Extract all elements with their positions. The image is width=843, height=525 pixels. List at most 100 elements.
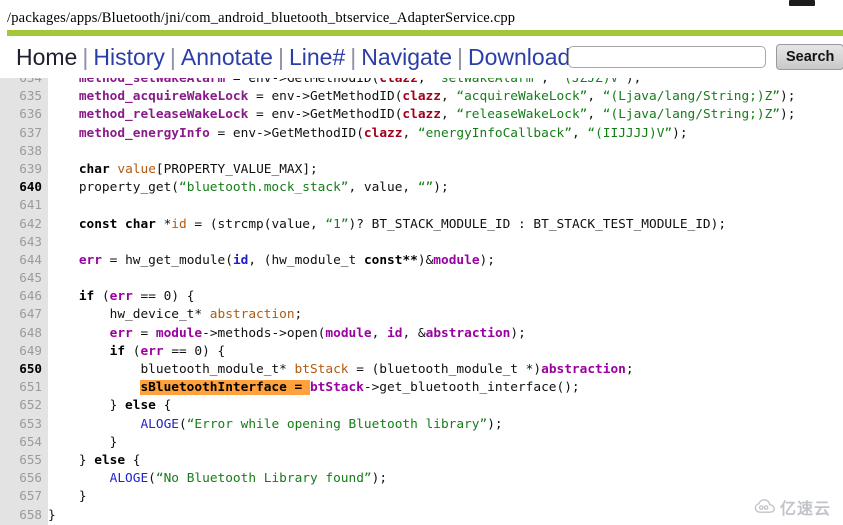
line-number[interactable]: 645 <box>0 269 48 287</box>
code-token: , & <box>402 325 426 341</box>
code-token: = env->GetMethodID( <box>209 125 364 141</box>
code-text: } <box>48 434 118 450</box>
code-token: PROPERTY_VALUE_MAX <box>163 161 303 177</box>
line-number[interactable]: 635 <box>0 87 48 105</box>
code-text: } else { <box>48 398 172 414</box>
code-text: const char *id = (strcmp(value, “1”)? BT… <box>48 217 726 232</box>
code-token: hw_device_t* <box>48 307 210 323</box>
line-number[interactable]: 644 <box>0 251 48 269</box>
nav-separator: | <box>277 44 284 70</box>
search-button[interactable]: Search <box>776 44 843 70</box>
code-token: ( <box>178 416 187 432</box>
code-line: 653 ALOGE(“Error while opening Bluetooth… <box>0 415 843 433</box>
code-line: 652 } else { <box>0 396 843 414</box>
nav-item-line[interactable]: Line# <box>289 44 345 70</box>
code-line: 651 sBluetoothInterface = btStack->get_b… <box>0 378 843 396</box>
code-token: else <box>94 452 126 468</box>
line-number[interactable]: 647 <box>0 305 48 323</box>
nav-item-download[interactable]: Download <box>468 44 570 70</box>
code-line: 657 } <box>0 487 843 505</box>
nav-item-navigate[interactable]: Navigate <box>361 44 452 70</box>
line-number[interactable]: 657 <box>0 487 48 505</box>
code-line: 645 <box>0 269 843 287</box>
nav-item-home[interactable]: Home <box>16 44 77 70</box>
code-token: , <box>371 325 388 341</box>
nav-links: Home | History | Annotate | Line# | Navigate | Dow… <box>16 40 570 74</box>
code-token: method_setWakeAlarm <box>78 78 226 86</box>
code-token: ); <box>779 107 796 123</box>
line-number[interactable]: 638 <box>0 142 48 160</box>
code-token: ALOGE <box>109 471 149 487</box>
browser-tab-stub[interactable] <box>789 0 815 6</box>
line-number[interactable]: 650 <box>0 360 48 378</box>
code-token: module <box>325 325 372 341</box>
line-number[interactable]: 652 <box>0 396 48 414</box>
code-token: == 0) { <box>132 289 195 305</box>
code-token: const** <box>363 252 418 268</box>
code-token: } <box>48 398 126 414</box>
code-text: err = hw_get_module(id, (hw_module_t con… <box>48 253 495 268</box>
code-token: “(IIJJJJ)V” <box>587 125 673 141</box>
source-code-viewer[interactable]: 634 method_setWakeAlarm = env->GetMethod… <box>0 78 843 525</box>
nav-separator: | <box>457 44 463 70</box>
code-token: == 0) { <box>163 343 226 359</box>
line-number[interactable]: 639 <box>0 160 48 178</box>
code-token: = (strcmp(value, <box>186 216 326 232</box>
line-number[interactable]: 642 <box>0 215 48 233</box>
code-token: , (hw_module_t <box>248 252 364 268</box>
line-number[interactable]: 653 <box>0 415 48 433</box>
code-token: , <box>587 107 603 123</box>
code-token: err <box>109 325 133 341</box>
line-number[interactable]: 637 <box>0 124 48 142</box>
line-number[interactable]: 654 <box>0 433 48 451</box>
cloud-logo-icon <box>754 499 775 513</box>
code-token: = hw_get_module( <box>101 252 233 268</box>
code-text: method_acquireWakeLock = env->GetMethodI… <box>48 89 796 105</box>
code-token: abstraction <box>541 362 626 377</box>
line-number[interactable]: 658 <box>0 506 48 524</box>
search-input[interactable] <box>568 46 766 68</box>
line-number[interactable]: 646 <box>0 287 48 305</box>
code-token: , value, <box>348 180 418 196</box>
code-token: method_acquireWakeLock <box>78 89 249 105</box>
code-token: } <box>48 434 118 450</box>
line-number[interactable]: 640 <box>0 178 48 196</box>
code-token: id <box>387 325 403 341</box>
nav-item-history[interactable]: History <box>93 44 165 70</box>
code-token: “(Ljava/lang/String;)Z” <box>602 89 780 105</box>
code-token: abstraction <box>425 325 511 341</box>
code-text: bluetooth_module_t* btStack = (bluetooth… <box>48 362 633 377</box>
line-number[interactable]: 651 <box>0 378 48 396</box>
code-token: ); <box>779 89 796 105</box>
code-text: method_releaseWakeLock = env->GetMethodI… <box>48 107 796 123</box>
line-number[interactable]: 655 <box>0 451 48 469</box>
nav-separator: | <box>82 44 89 70</box>
code-token: “setWakeAlarm” <box>433 78 542 86</box>
line-number[interactable]: 648 <box>0 324 48 342</box>
line-number[interactable]: 634 <box>0 78 48 87</box>
code-token: ; <box>294 307 303 323</box>
accent-divider <box>7 30 843 36</box>
code-token: )& <box>417 252 434 268</box>
code-token: clazz <box>363 125 403 141</box>
line-number[interactable]: 641 <box>0 196 48 214</box>
nav-item-annotate[interactable]: Annotate <box>181 44 273 70</box>
file-path-text: /packages/apps/Bluetooth/jni/com_android… <box>7 10 516 26</box>
code-token: , <box>541 78 557 86</box>
code-text: if (err == 0) { <box>48 343 226 359</box>
code-token: “Error while opening Bluetooth library” <box>186 416 488 432</box>
code-line: 655 } else { <box>0 451 843 469</box>
line-number[interactable]: 643 <box>0 233 48 251</box>
code-line: 641 <box>0 196 843 214</box>
line-number[interactable]: 656 <box>0 469 48 487</box>
code-token: = <box>132 325 156 341</box>
line-number[interactable]: 636 <box>0 105 48 123</box>
line-number[interactable]: 649 <box>0 342 48 360</box>
code-line: 647 hw_device_t* abstraction; <box>0 305 843 323</box>
code-token: [ <box>155 161 164 177</box>
